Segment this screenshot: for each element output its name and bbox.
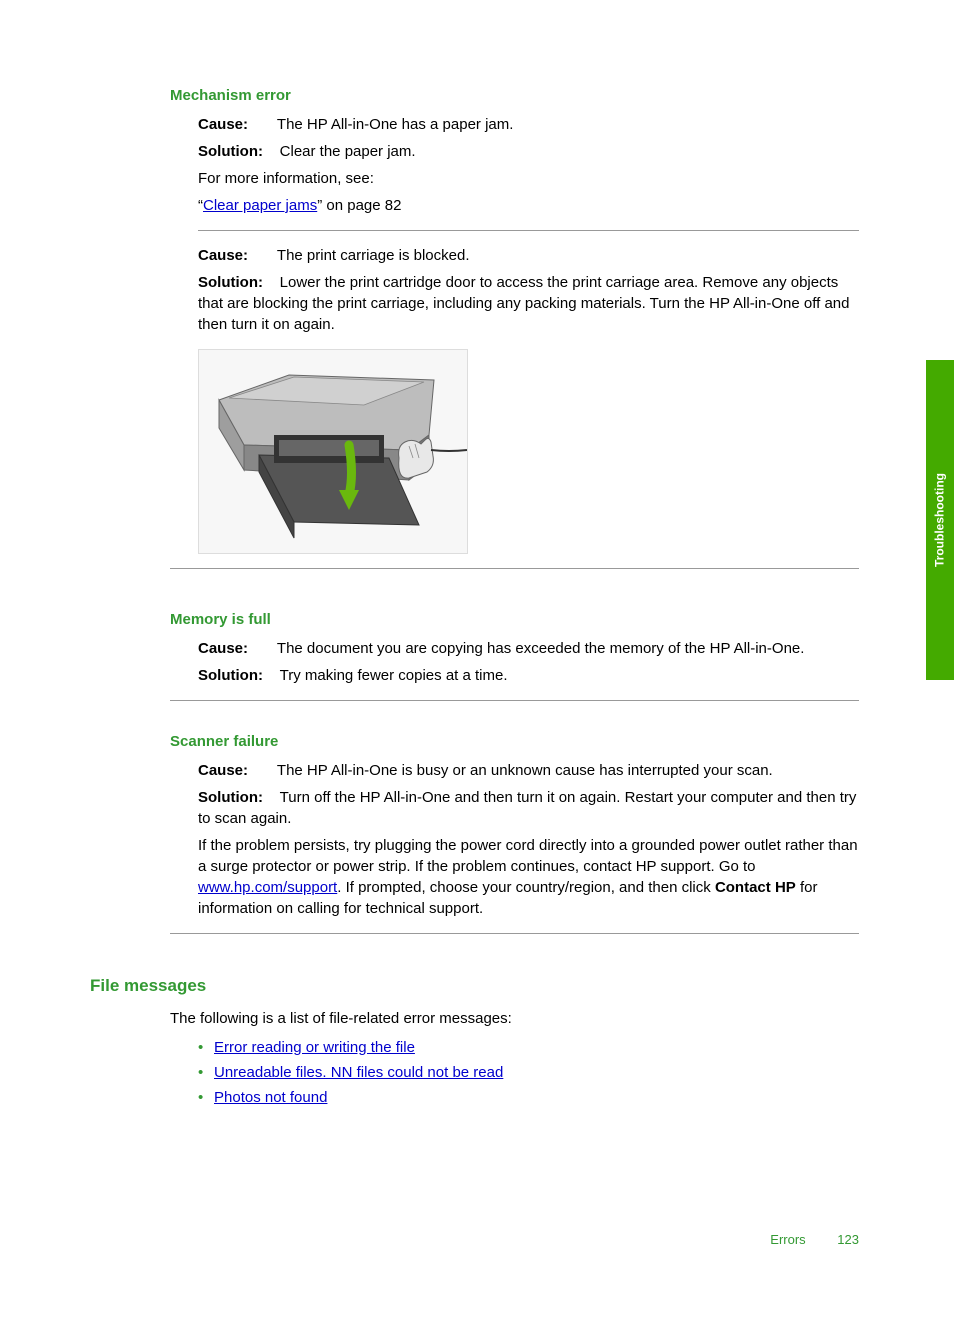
text-cause-1: The HP All-in-One has a paper jam.: [277, 116, 514, 133]
persist-mid: . If prompted, choose your country/regio…: [337, 879, 715, 896]
page-footer: Errors 123: [770, 1231, 859, 1249]
text-memory-cause: The document you are copying has exceede…: [277, 640, 805, 657]
list-item: Error reading or writing the file: [198, 1037, 859, 1058]
heading-scanner-failure: Scanner failure: [170, 731, 859, 752]
text-scanner-cause: The HP All-in-One is busy or an unknown …: [277, 762, 773, 779]
cross-reference: “Clear paper jams” on page 82: [198, 195, 859, 216]
link-error-reading-writing[interactable]: Error reading or writing the file: [214, 1039, 415, 1056]
label-solution: Solution:: [198, 667, 263, 684]
label-solution: Solution:: [198, 143, 263, 160]
label-solution: Solution:: [198, 274, 263, 291]
heading-memory-full: Memory is full: [170, 609, 859, 630]
link-hp-support[interactable]: www.hp.com/support: [198, 879, 337, 896]
list-item: Unreadable files. NN files could not be …: [198, 1062, 859, 1083]
memory-solution: Solution: Try making fewer copies at a t…: [198, 665, 859, 686]
link-photos-not-found[interactable]: Photos not found: [214, 1089, 327, 1106]
link-clear-paper-jams[interactable]: Clear paper jams: [203, 197, 317, 214]
section-tab: Troubleshooting: [926, 360, 954, 680]
memory-cause: Cause: The document you are copying has …: [198, 638, 859, 659]
label-cause: Cause:: [198, 760, 273, 781]
divider: [198, 230, 859, 231]
text-solution-2: Lower the print cartridge door to access…: [198, 274, 849, 333]
label-cause: Cause:: [198, 245, 273, 266]
printer-illustration: [198, 349, 468, 554]
scanner-solution: Solution: Turn off the HP All-in-One and…: [198, 787, 859, 829]
persist-bold: Contact HP: [715, 879, 796, 896]
list-item: Photos not found: [198, 1087, 859, 1108]
scanner-persist: If the problem persists, try plugging th…: [198, 835, 859, 919]
mechanism-solution-1: Solution: Clear the paper jam.: [198, 141, 859, 162]
label-cause: Cause:: [198, 114, 273, 135]
footer-section-label: Errors: [770, 1232, 805, 1247]
divider: [170, 568, 859, 569]
file-error-list: Error reading or writing the file Unread…: [198, 1037, 859, 1108]
heading-mechanism-error: Mechanism error: [170, 85, 859, 106]
text-scanner-solution: Turn off the HP All-in-One and then turn…: [198, 789, 856, 827]
file-intro: The following is a list of file-related …: [170, 1008, 859, 1029]
text-solution-1: Clear the paper jam.: [280, 143, 416, 160]
text-cause-2: The print carriage is blocked.: [277, 247, 470, 264]
label-cause: Cause:: [198, 638, 273, 659]
label-solution: Solution:: [198, 789, 263, 806]
page-body: Mechanism error Cause: The HP All-in-One…: [0, 0, 954, 1192]
scanner-cause: Cause: The HP All-in-One is busy or an u…: [198, 760, 859, 781]
link-unreadable-files[interactable]: Unreadable files. NN files could not be …: [214, 1064, 503, 1081]
divider: [170, 933, 859, 934]
mechanism-cause-1: Cause: The HP All-in-One has a paper jam…: [198, 114, 859, 135]
footer-page-number: 123: [837, 1232, 859, 1247]
heading-file-messages: File messages: [90, 974, 859, 998]
more-info-text: For more information, see:: [198, 168, 859, 189]
mechanism-solution-2: Solution: Lower the print cartridge door…: [198, 272, 859, 335]
mechanism-cause-2: Cause: The print carriage is blocked.: [198, 245, 859, 266]
divider: [170, 700, 859, 701]
text-memory-solution: Try making fewer copies at a time.: [280, 667, 508, 684]
link-suffix: ” on page 82: [317, 197, 401, 214]
persist-prefix: If the problem persists, try plugging th…: [198, 837, 858, 875]
